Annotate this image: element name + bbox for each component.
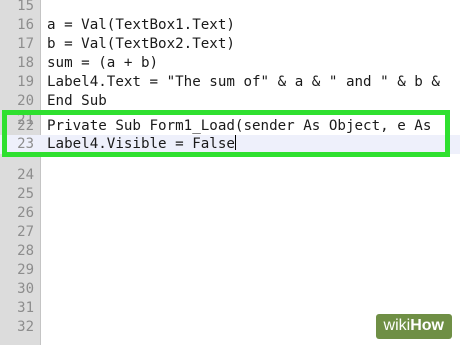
code-text[interactable]: End Sub (47, 92, 107, 111)
line-number: 31 (17, 300, 34, 316)
code-line[interactable]: 30 (0, 280, 460, 299)
line-number: 15 (17, 0, 34, 14)
code-line[interactable]: 26 (0, 204, 460, 223)
line-number: 17 (17, 36, 34, 52)
code-line[interactable]: 19 Label4.Text = "The sum of" & a & " an… (0, 73, 460, 92)
line-number: 25 (17, 186, 34, 202)
code-text[interactable]: a = Val(TextBox1.Text) (47, 16, 235, 35)
code-line[interactable]: 17 b = Val(TextBox2.Text) (0, 35, 460, 54)
line-number: 29 (17, 262, 34, 278)
code-line[interactable]: 25 (0, 185, 460, 204)
code-line[interactable]: 15 (0, 0, 460, 16)
code-text[interactable]: b = Val(TextBox2.Text) (47, 35, 235, 54)
line-number: 30 (17, 281, 34, 297)
code-line[interactable]: 16 a = Val(TextBox1.Text) (0, 16, 460, 35)
wikihow-watermark: wikiHow (375, 314, 452, 339)
watermark-how: How (410, 317, 444, 334)
line-number: 27 (17, 224, 34, 240)
code-line[interactable]: 27 (0, 223, 460, 242)
line-number: 20 (17, 93, 34, 109)
code-line[interactable]: 24 (0, 166, 460, 185)
line-number: 19 (17, 74, 34, 90)
line-number: 26 (17, 205, 34, 221)
code-line[interactable]: 28 (0, 242, 460, 261)
watermark-wiki: wiki (383, 317, 411, 334)
code-line[interactable]: 18 sum = (a + b) (0, 54, 460, 73)
line-number: 16 (17, 17, 34, 33)
line-number: 28 (17, 243, 34, 259)
line-number: 32 (17, 319, 34, 335)
line-number: 18 (17, 55, 34, 71)
code-editor[interactable]: 15 16 a = Val(TextBox1.Text) 17 b = Val(… (0, 0, 460, 345)
line-number: 24 (17, 167, 34, 183)
code-line[interactable]: 20 End Sub (0, 92, 460, 111)
code-text[interactable]: Label4.Text = "The sum of" & a & " and "… (47, 73, 440, 92)
code-line[interactable]: 29 (0, 261, 460, 280)
code-text[interactable]: sum = (a + b) (47, 54, 158, 73)
highlight-box (2, 110, 450, 157)
